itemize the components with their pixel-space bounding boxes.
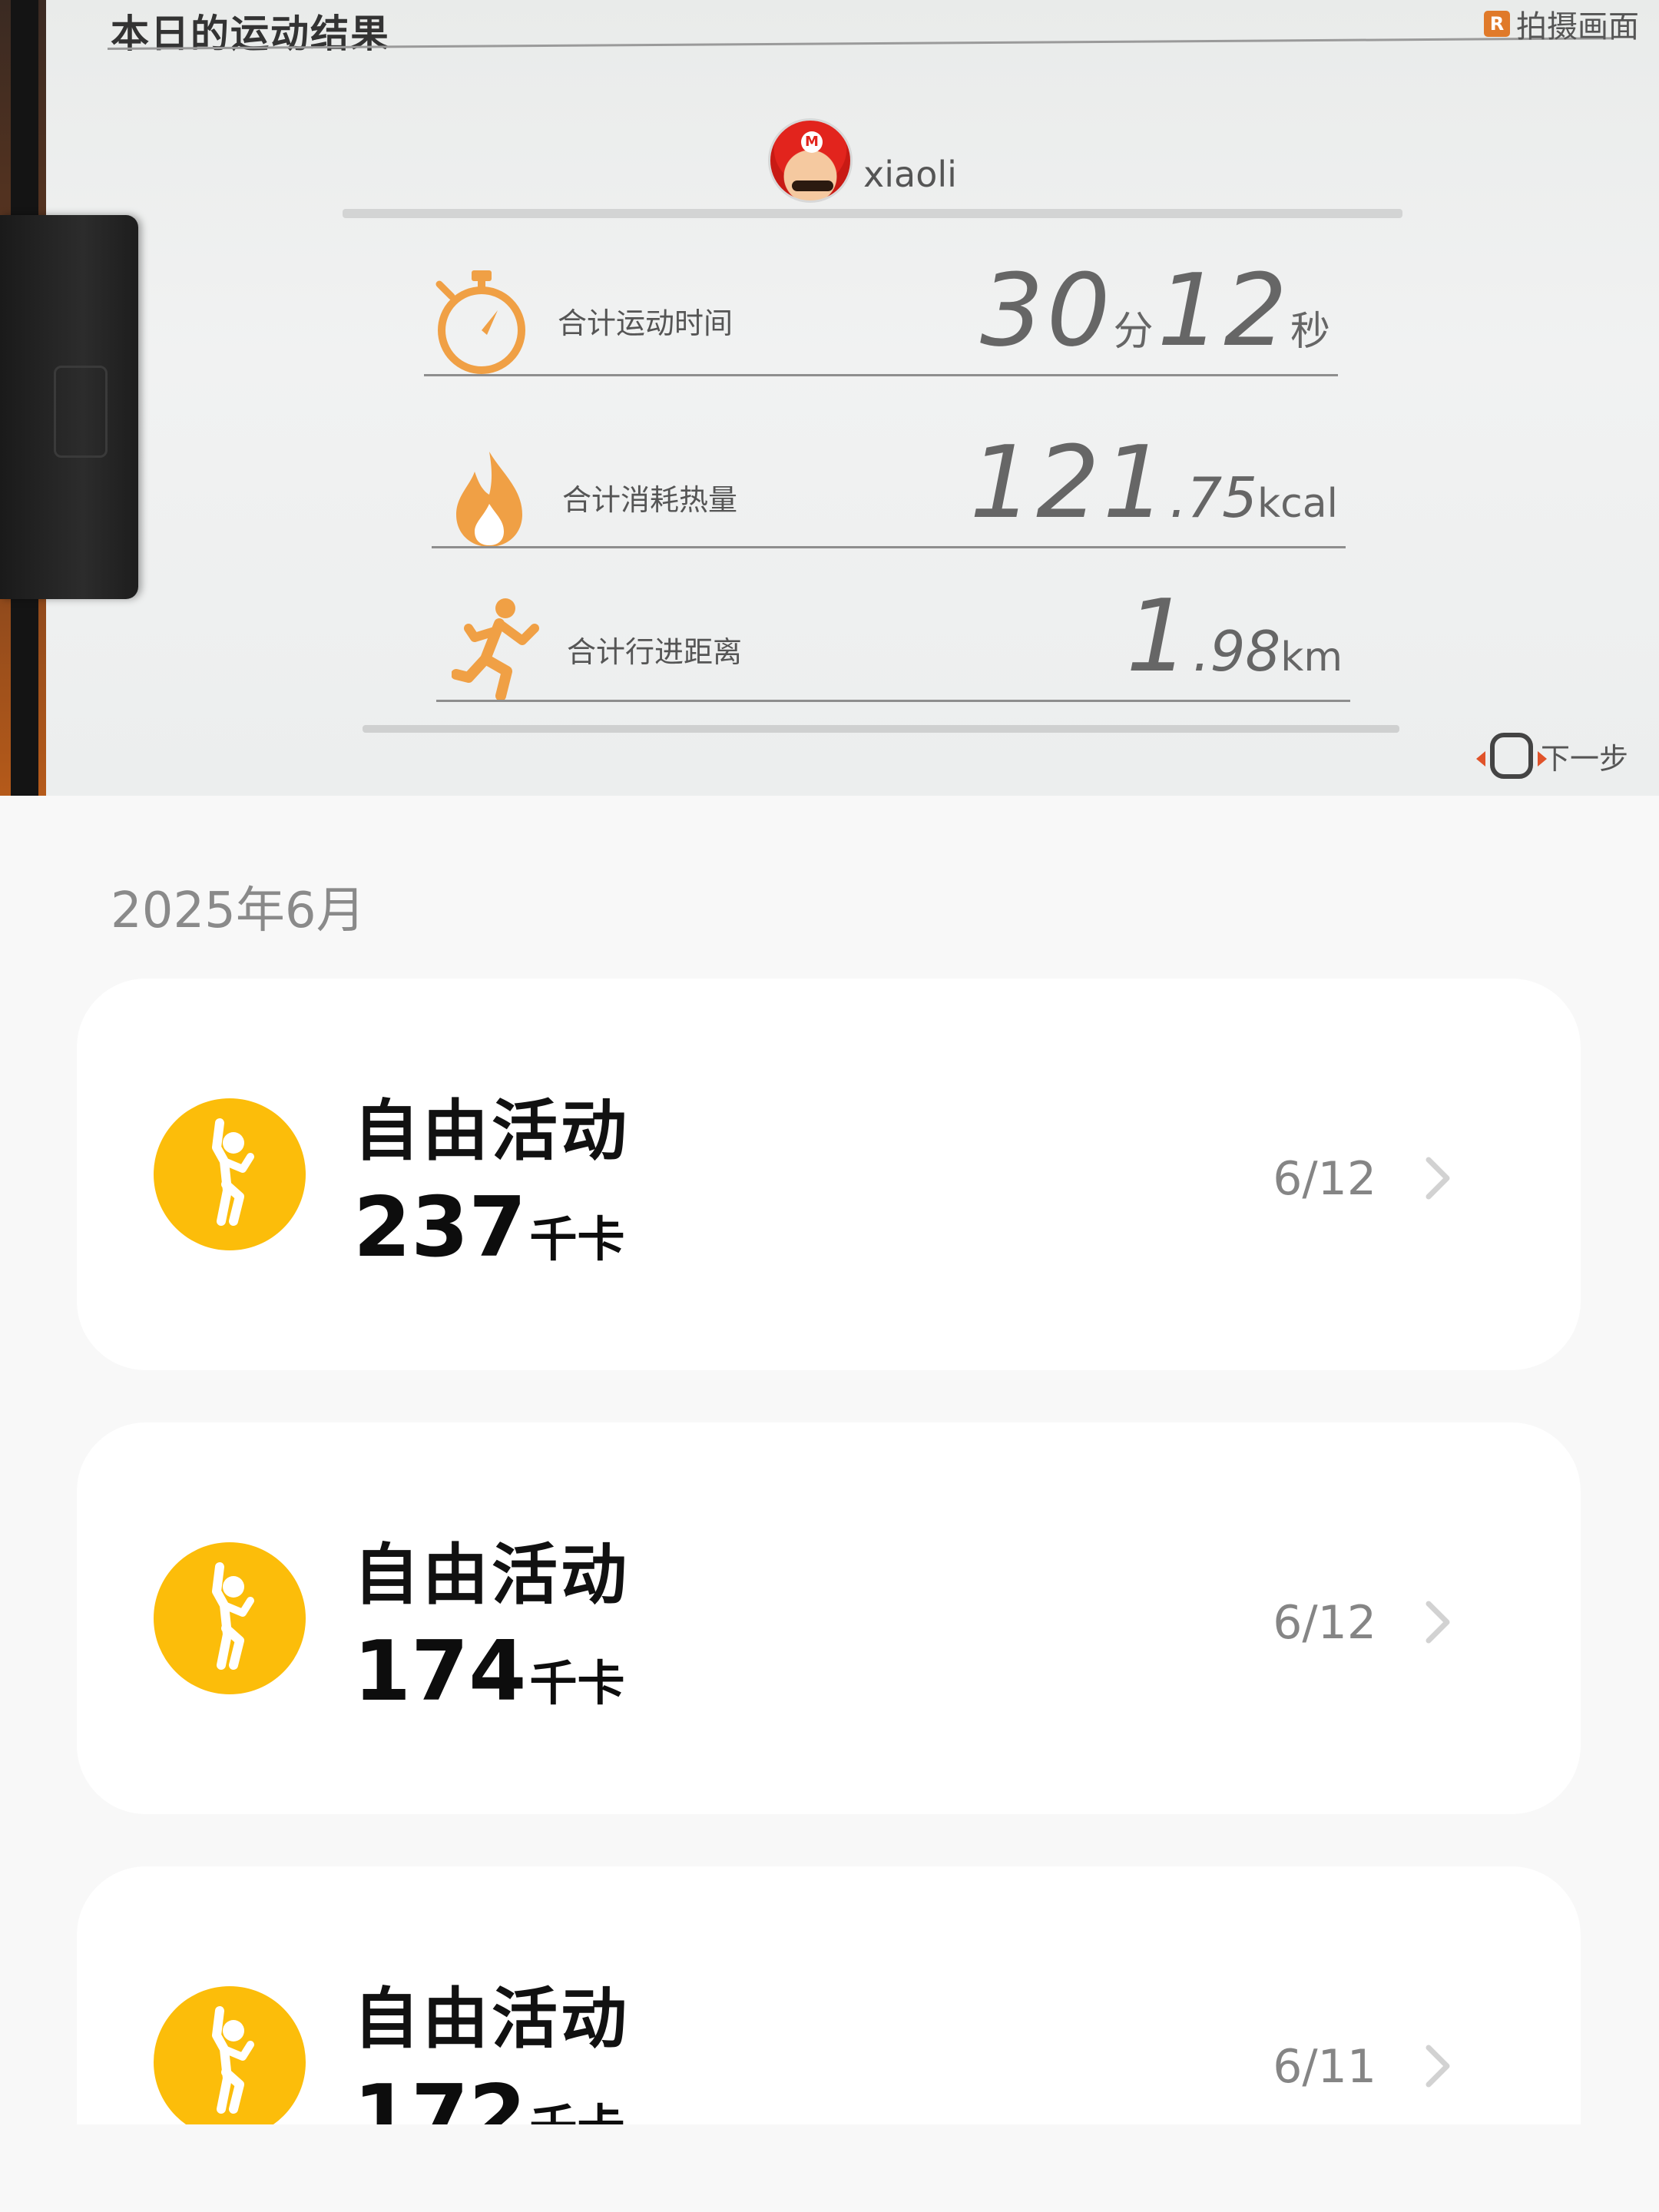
capture-hint: R 拍摄画面 [1484,2,1639,46]
avatar: M [768,118,853,203]
stat-label-calories: 合计消耗热量 [562,483,738,517]
profile-divider [343,209,1402,218]
ring-con-icon [1475,733,1547,779]
chevron-right-icon [1426,2045,1450,2088]
stat-value-calories: 121.75kcal [969,424,1338,541]
stat-row-calories: 合计消耗热量 121.75kcal [432,424,1346,548]
workout-list[interactable]: 自由活动 237千卡 6/12 自由活动 174千卡 6/12 自由活动 172… [0,975,1659,2124]
running-icon [452,598,539,700]
free-activity-icon [154,1098,306,1250]
workout-title: 自由活动 [353,1537,630,1614]
month-header: 2025年6月 [111,882,366,939]
stopwatch-icon [435,270,525,374]
workout-date: 6/11 [1273,2040,1376,2094]
r-button-icon: R [1484,11,1510,37]
free-activity-icon [154,1542,306,1694]
workout-calories: 172千卡 [353,2068,624,2124]
workout-date: 6/12 [1273,1596,1376,1650]
chevron-right-icon [1426,1157,1450,1200]
stat-label-time: 合计运动时间 [558,306,733,340]
free-activity-icon [154,1986,306,2124]
next-step-hint: 下一步 [1475,733,1628,779]
stat-value-time: 30分 12秒 [980,252,1330,369]
workout-card[interactable]: 自由活动 172千卡 6/11 [77,1866,1581,2124]
flame-icon [456,452,522,547]
workout-date: 6/12 [1273,1152,1376,1206]
workout-result-photo: 本日的运动结果 R 拍摄画面 M xiaoli 合计运动时间 30分 12秒 合… [0,0,1659,796]
workout-title: 自由活动 [353,1981,630,2058]
workout-calories: 237千卡 [353,1180,625,1276]
username: xiaoli [863,154,957,195]
workout-calories: 174千卡 [353,1624,625,1720]
capture-label: 拍摄画面 [1516,9,1639,45]
stats-divider [363,725,1399,733]
next-step-label: 下一步 [1540,741,1628,776]
controller-grip [0,215,138,599]
stat-value-distance: 1.98km [1125,578,1343,694]
workout-card[interactable]: 自由活动 237千卡 6/12 [77,979,1581,1370]
stat-row-distance: 合计行进距离 1.98km [436,578,1350,702]
workout-card[interactable]: 自由活动 174千卡 6/12 [77,1422,1581,1814]
stat-label-distance: 合计行进距离 [567,635,743,669]
chevron-right-icon [1426,1601,1450,1644]
workout-title: 自由活动 [353,1093,630,1170]
avatar-cap-logo: M [801,131,823,153]
photo-title: 本日的运动结果 [111,12,390,56]
stat-row-time: 合计运动时间 30分 12秒 [424,252,1338,376]
